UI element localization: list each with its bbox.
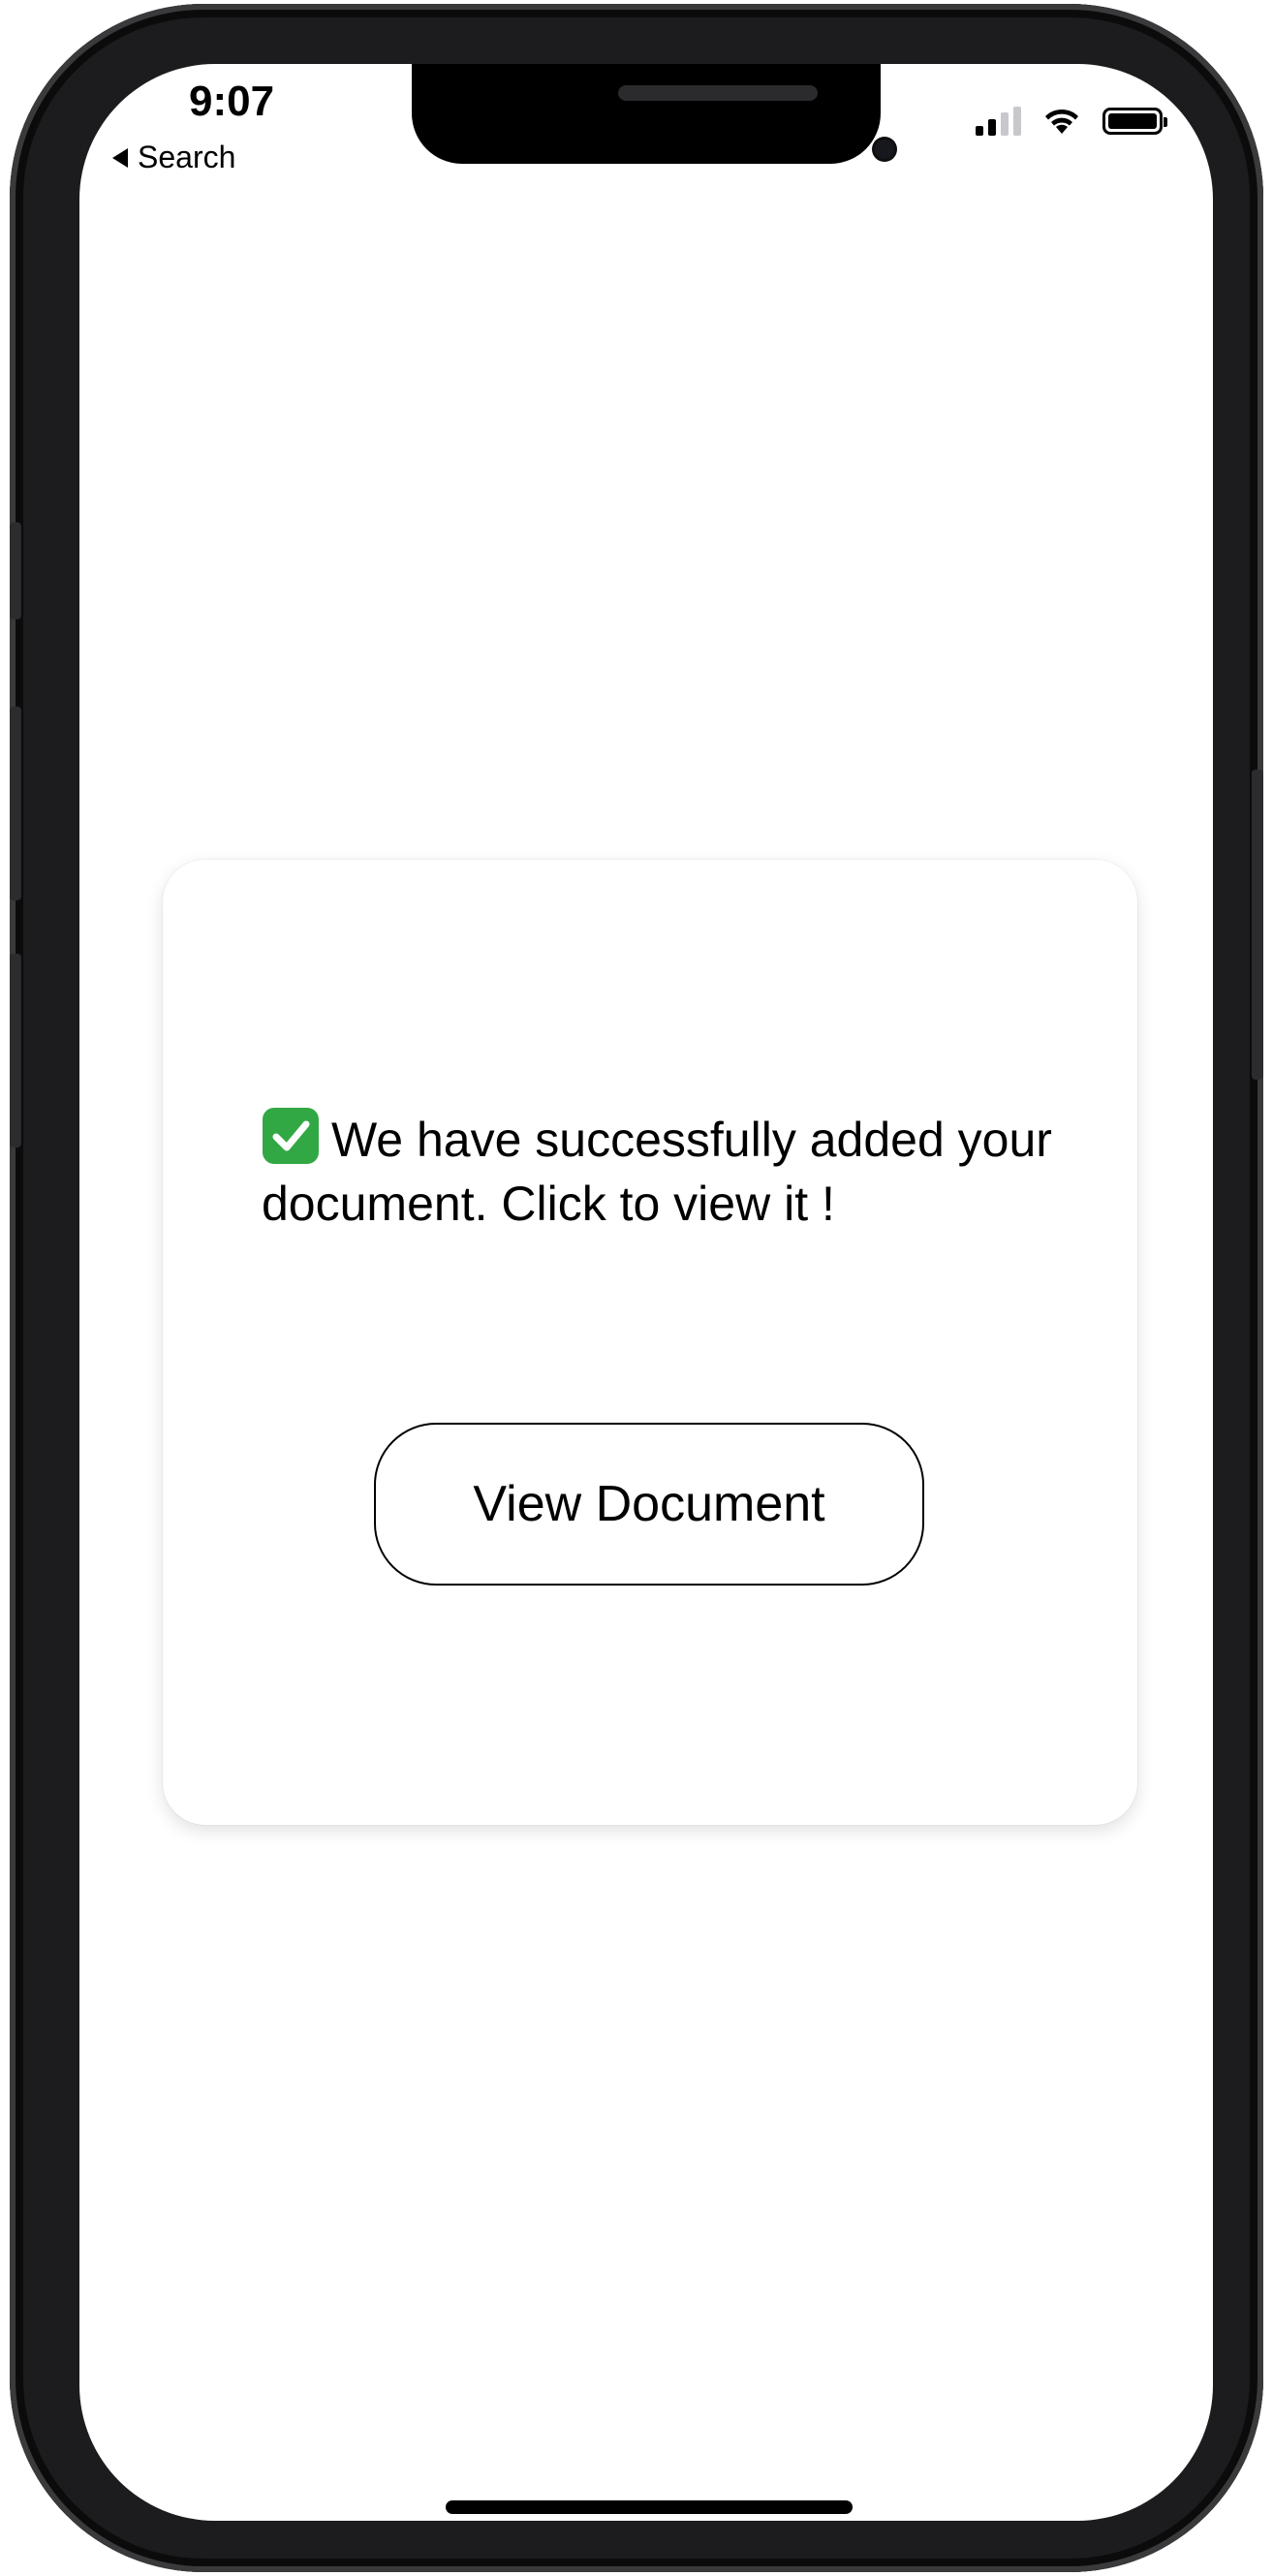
earpiece-speaker [618,85,818,101]
view-document-button[interactable]: View Document [374,1423,924,1586]
screen: 9:07 Search We have successfully added y… [79,64,1213,2521]
back-arrow-icon [112,147,128,168]
success-card: We have successfully added your document… [163,860,1137,1825]
back-to-search-link[interactable]: Search [112,140,235,175]
check-mark-button-icon [262,1107,320,1165]
power-button [1252,770,1263,1080]
status-icons [976,107,1167,136]
device-frame: 9:07 Search We have successfully added y… [10,4,1263,2572]
success-message-text: We have successfully added your document… [262,1113,1052,1231]
battery-icon [1102,108,1167,135]
signal-icon [976,107,1021,136]
silent-switch [10,522,21,619]
home-indicator[interactable] [446,2500,853,2514]
notch [412,64,894,164]
front-camera-icon [875,140,894,159]
wifi-icon [1042,107,1081,136]
status-time: 9:07 [189,78,275,125]
volume-down-button [10,954,21,1147]
back-link-label: Search [138,140,236,174]
volume-up-button [10,707,21,900]
success-message: We have successfully added your document… [262,1107,1056,1236]
